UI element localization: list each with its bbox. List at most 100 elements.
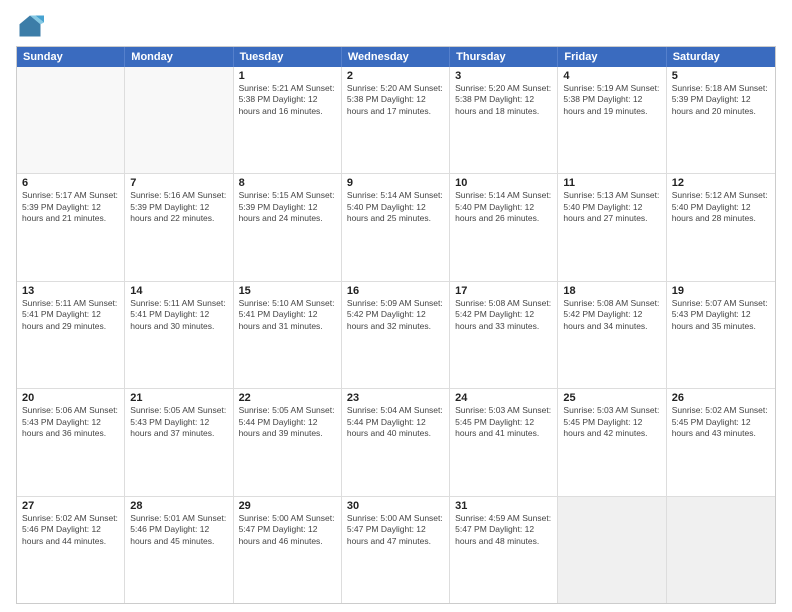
day-number: 23 [347, 392, 444, 404]
cal-cell [558, 497, 666, 603]
day-info: Sunrise: 5:18 AM Sunset: 5:39 PM Dayligh… [672, 83, 770, 117]
day-number: 16 [347, 285, 444, 297]
day-info: Sunrise: 5:10 AM Sunset: 5:41 PM Dayligh… [239, 298, 336, 332]
day-number: 2 [347, 70, 444, 82]
day-info: Sunrise: 5:07 AM Sunset: 5:43 PM Dayligh… [672, 298, 770, 332]
cal-cell: 20Sunrise: 5:06 AM Sunset: 5:43 PM Dayli… [17, 389, 125, 495]
cal-cell: 12Sunrise: 5:12 AM Sunset: 5:40 PM Dayli… [667, 174, 775, 280]
day-number: 15 [239, 285, 336, 297]
day-info: Sunrise: 5:02 AM Sunset: 5:45 PM Dayligh… [672, 405, 770, 439]
logo [16, 12, 48, 40]
calendar: SundayMondayTuesdayWednesdayThursdayFrid… [16, 46, 776, 604]
day-info: Sunrise: 5:06 AM Sunset: 5:43 PM Dayligh… [22, 405, 119, 439]
day-info: Sunrise: 5:15 AM Sunset: 5:39 PM Dayligh… [239, 190, 336, 224]
day-info: Sunrise: 4:59 AM Sunset: 5:47 PM Dayligh… [455, 513, 552, 547]
calendar-body: 1Sunrise: 5:21 AM Sunset: 5:38 PM Daylig… [17, 67, 775, 603]
day-number: 6 [22, 177, 119, 189]
cal-row-1: 1Sunrise: 5:21 AM Sunset: 5:38 PM Daylig… [17, 67, 775, 173]
page: SundayMondayTuesdayWednesdayThursdayFrid… [0, 0, 792, 612]
day-info: Sunrise: 5:16 AM Sunset: 5:39 PM Dayligh… [130, 190, 227, 224]
cal-cell: 10Sunrise: 5:14 AM Sunset: 5:40 PM Dayli… [450, 174, 558, 280]
day-number: 27 [22, 500, 119, 512]
day-number: 5 [672, 70, 770, 82]
cal-cell: 27Sunrise: 5:02 AM Sunset: 5:46 PM Dayli… [17, 497, 125, 603]
cal-cell: 4Sunrise: 5:19 AM Sunset: 5:38 PM Daylig… [558, 67, 666, 173]
header-day-thursday: Thursday [450, 47, 558, 67]
day-number: 3 [455, 70, 552, 82]
cal-cell: 31Sunrise: 4:59 AM Sunset: 5:47 PM Dayli… [450, 497, 558, 603]
day-number: 8 [239, 177, 336, 189]
day-number: 21 [130, 392, 227, 404]
header-day-wednesday: Wednesday [342, 47, 450, 67]
day-number: 9 [347, 177, 444, 189]
day-number: 7 [130, 177, 227, 189]
day-number: 4 [563, 70, 660, 82]
day-info: Sunrise: 5:13 AM Sunset: 5:40 PM Dayligh… [563, 190, 660, 224]
cal-cell: 22Sunrise: 5:05 AM Sunset: 5:44 PM Dayli… [234, 389, 342, 495]
day-info: Sunrise: 5:00 AM Sunset: 5:47 PM Dayligh… [239, 513, 336, 547]
day-number: 26 [672, 392, 770, 404]
day-number: 30 [347, 500, 444, 512]
cal-cell: 24Sunrise: 5:03 AM Sunset: 5:45 PM Dayli… [450, 389, 558, 495]
day-info: Sunrise: 5:08 AM Sunset: 5:42 PM Dayligh… [455, 298, 552, 332]
cal-row-3: 13Sunrise: 5:11 AM Sunset: 5:41 PM Dayli… [17, 281, 775, 388]
day-number: 22 [239, 392, 336, 404]
cal-cell: 17Sunrise: 5:08 AM Sunset: 5:42 PM Dayli… [450, 282, 558, 388]
day-info: Sunrise: 5:03 AM Sunset: 5:45 PM Dayligh… [455, 405, 552, 439]
header-day-sunday: Sunday [17, 47, 125, 67]
cal-cell: 5Sunrise: 5:18 AM Sunset: 5:39 PM Daylig… [667, 67, 775, 173]
logo-icon [16, 12, 44, 40]
cal-cell: 21Sunrise: 5:05 AM Sunset: 5:43 PM Dayli… [125, 389, 233, 495]
day-info: Sunrise: 5:11 AM Sunset: 5:41 PM Dayligh… [22, 298, 119, 332]
cal-cell: 23Sunrise: 5:04 AM Sunset: 5:44 PM Dayli… [342, 389, 450, 495]
day-number: 25 [563, 392, 660, 404]
day-info: Sunrise: 5:02 AM Sunset: 5:46 PM Dayligh… [22, 513, 119, 547]
day-info: Sunrise: 5:00 AM Sunset: 5:47 PM Dayligh… [347, 513, 444, 547]
day-info: Sunrise: 5:03 AM Sunset: 5:45 PM Dayligh… [563, 405, 660, 439]
cal-cell: 14Sunrise: 5:11 AM Sunset: 5:41 PM Dayli… [125, 282, 233, 388]
header-day-tuesday: Tuesday [234, 47, 342, 67]
cal-cell: 16Sunrise: 5:09 AM Sunset: 5:42 PM Dayli… [342, 282, 450, 388]
header-day-saturday: Saturday [667, 47, 775, 67]
day-info: Sunrise: 5:05 AM Sunset: 5:43 PM Dayligh… [130, 405, 227, 439]
day-number: 19 [672, 285, 770, 297]
cal-cell: 28Sunrise: 5:01 AM Sunset: 5:46 PM Dayli… [125, 497, 233, 603]
day-number: 20 [22, 392, 119, 404]
cal-cell: 25Sunrise: 5:03 AM Sunset: 5:45 PM Dayli… [558, 389, 666, 495]
day-number: 29 [239, 500, 336, 512]
cal-cell: 30Sunrise: 5:00 AM Sunset: 5:47 PM Dayli… [342, 497, 450, 603]
day-info: Sunrise: 5:14 AM Sunset: 5:40 PM Dayligh… [455, 190, 552, 224]
cal-cell: 15Sunrise: 5:10 AM Sunset: 5:41 PM Dayli… [234, 282, 342, 388]
day-info: Sunrise: 5:04 AM Sunset: 5:44 PM Dayligh… [347, 405, 444, 439]
day-info: Sunrise: 5:17 AM Sunset: 5:39 PM Dayligh… [22, 190, 119, 224]
day-info: Sunrise: 5:05 AM Sunset: 5:44 PM Dayligh… [239, 405, 336, 439]
day-number: 1 [239, 70, 336, 82]
calendar-header: SundayMondayTuesdayWednesdayThursdayFrid… [17, 47, 775, 67]
day-info: Sunrise: 5:19 AM Sunset: 5:38 PM Dayligh… [563, 83, 660, 117]
day-info: Sunrise: 5:01 AM Sunset: 5:46 PM Dayligh… [130, 513, 227, 547]
cal-cell: 7Sunrise: 5:16 AM Sunset: 5:39 PM Daylig… [125, 174, 233, 280]
cal-cell: 26Sunrise: 5:02 AM Sunset: 5:45 PM Dayli… [667, 389, 775, 495]
cal-row-5: 27Sunrise: 5:02 AM Sunset: 5:46 PM Dayli… [17, 496, 775, 603]
cal-cell: 3Sunrise: 5:20 AM Sunset: 5:38 PM Daylig… [450, 67, 558, 173]
cal-cell: 29Sunrise: 5:00 AM Sunset: 5:47 PM Dayli… [234, 497, 342, 603]
day-info: Sunrise: 5:08 AM Sunset: 5:42 PM Dayligh… [563, 298, 660, 332]
cal-cell [667, 497, 775, 603]
day-info: Sunrise: 5:21 AM Sunset: 5:38 PM Dayligh… [239, 83, 336, 117]
header [16, 12, 776, 40]
day-number: 17 [455, 285, 552, 297]
day-number: 28 [130, 500, 227, 512]
day-info: Sunrise: 5:11 AM Sunset: 5:41 PM Dayligh… [130, 298, 227, 332]
day-info: Sunrise: 5:14 AM Sunset: 5:40 PM Dayligh… [347, 190, 444, 224]
day-number: 24 [455, 392, 552, 404]
day-info: Sunrise: 5:20 AM Sunset: 5:38 PM Dayligh… [455, 83, 552, 117]
day-info: Sunrise: 5:09 AM Sunset: 5:42 PM Dayligh… [347, 298, 444, 332]
day-number: 13 [22, 285, 119, 297]
cal-row-4: 20Sunrise: 5:06 AM Sunset: 5:43 PM Dayli… [17, 388, 775, 495]
cal-cell: 9Sunrise: 5:14 AM Sunset: 5:40 PM Daylig… [342, 174, 450, 280]
cal-cell: 6Sunrise: 5:17 AM Sunset: 5:39 PM Daylig… [17, 174, 125, 280]
day-info: Sunrise: 5:20 AM Sunset: 5:38 PM Dayligh… [347, 83, 444, 117]
day-info: Sunrise: 5:12 AM Sunset: 5:40 PM Dayligh… [672, 190, 770, 224]
cal-cell: 19Sunrise: 5:07 AM Sunset: 5:43 PM Dayli… [667, 282, 775, 388]
cal-cell [17, 67, 125, 173]
